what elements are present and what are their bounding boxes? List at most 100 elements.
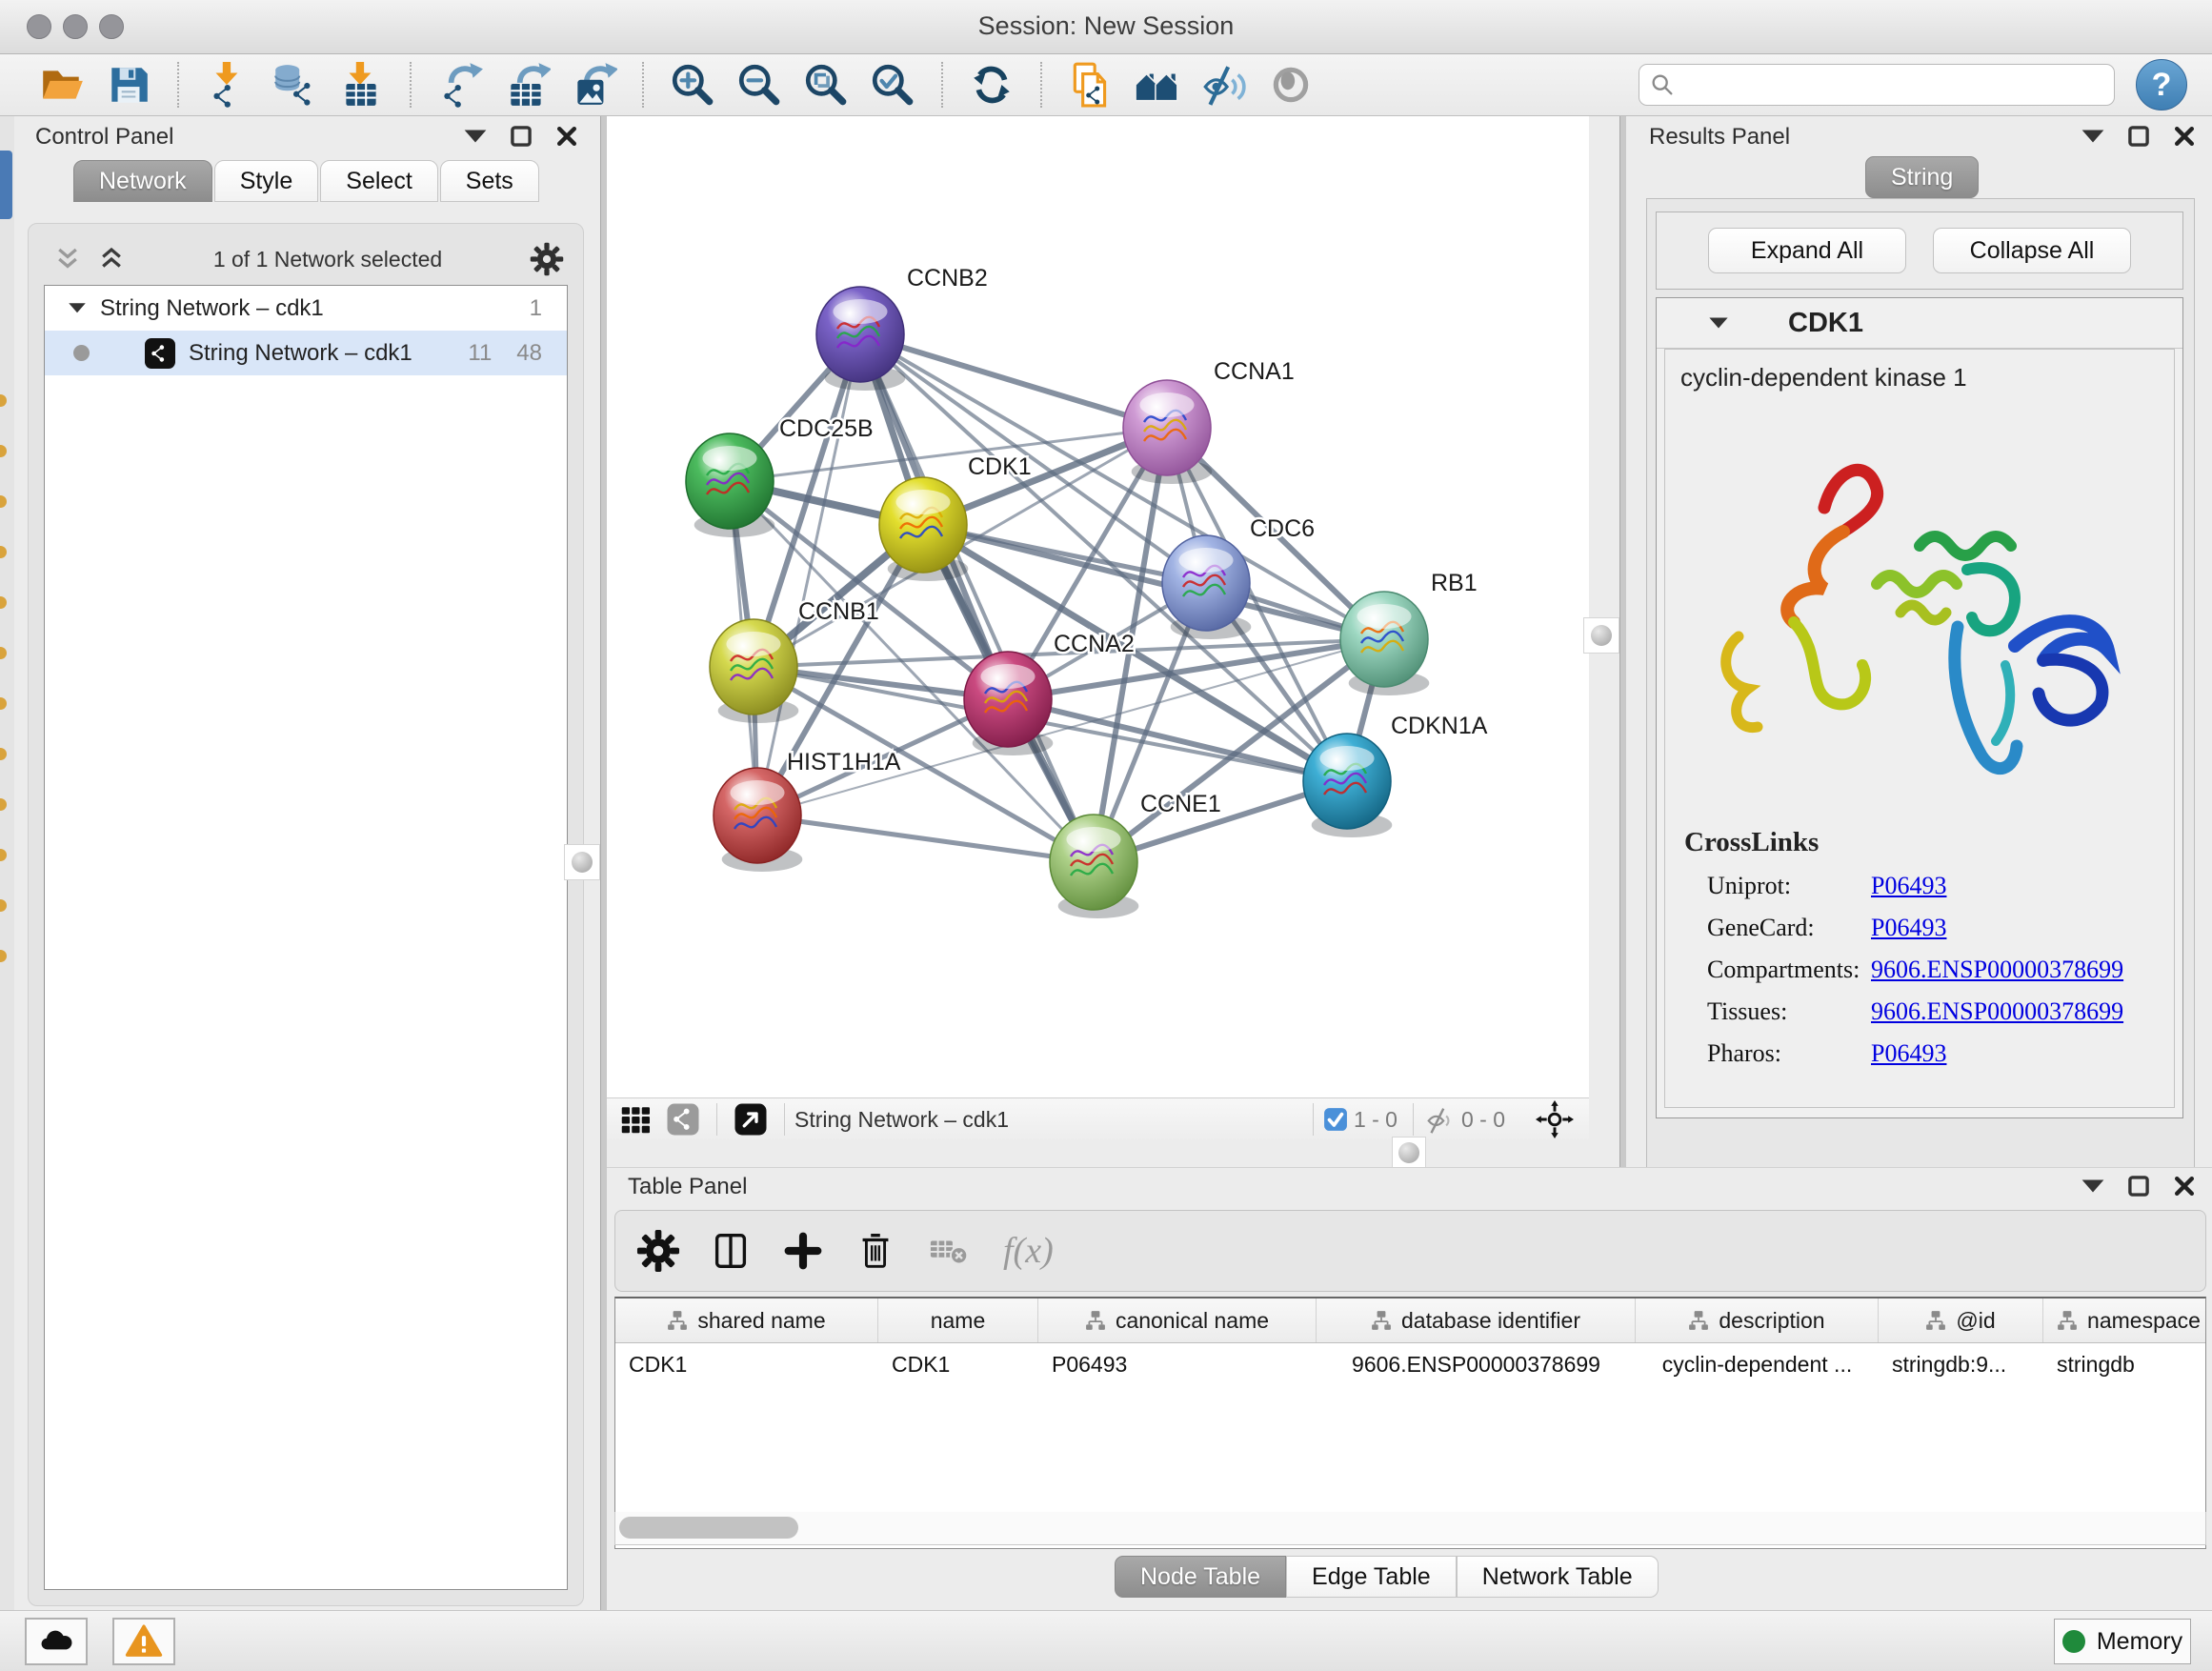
tab-node-table[interactable]: Node Table xyxy=(1115,1556,1286,1598)
node-CDK1[interactable] xyxy=(879,477,968,581)
show-columns-icon[interactable] xyxy=(709,1229,753,1273)
network-tree-row[interactable]: String Network – cdk11148 xyxy=(45,331,567,375)
table-cell[interactable]: stringdb xyxy=(2043,1343,2206,1385)
tab-style[interactable]: Style xyxy=(214,160,319,202)
panel-menu-icon[interactable] xyxy=(463,124,488,149)
column-header-canonical-name[interactable]: canonical name xyxy=(1038,1299,1317,1342)
right-splitter-handle[interactable] xyxy=(1583,617,1619,654)
crosslink-link[interactable]: 9606.ENSP00000378699 xyxy=(1871,956,2123,984)
import-network-icon[interactable] xyxy=(200,57,255,112)
tab-network[interactable]: Network xyxy=(73,160,212,202)
network-canvas[interactable]: CCNB2CCNA1CDC25BCDK1CDC6RB1CCNB1CCNA2CDK… xyxy=(607,116,1589,1097)
table-cell[interactable]: cyclin-dependent ... xyxy=(1636,1343,1879,1385)
expand-all-button[interactable]: Expand All xyxy=(1708,228,1906,273)
edge-CCNE1-HIST1H1A[interactable] xyxy=(757,815,1094,862)
table-cell[interactable]: stringdb:9... xyxy=(1879,1343,2043,1385)
delete-column-icon[interactable] xyxy=(854,1229,897,1273)
add-column-icon[interactable] xyxy=(781,1229,825,1273)
node-CCNB2[interactable] xyxy=(816,287,905,391)
detach-view-icon[interactable] xyxy=(734,1102,768,1137)
collapse-all-button[interactable]: Collapse All xyxy=(1933,228,2131,273)
zoom-in-icon[interactable] xyxy=(665,57,720,112)
table-settings-gear-icon[interactable] xyxy=(636,1229,680,1273)
fit-content-crosshair-icon[interactable] xyxy=(1536,1100,1574,1138)
expand-all-networks-icon[interactable] xyxy=(97,245,126,273)
cloud-status-button[interactable] xyxy=(25,1618,88,1665)
collapse-all-networks-icon[interactable] xyxy=(53,245,82,273)
import-database-icon[interactable] xyxy=(267,57,322,112)
tab-string[interactable]: String xyxy=(1865,156,1979,198)
column-header--id[interactable]: @id xyxy=(1879,1299,2043,1342)
export-table-icon[interactable] xyxy=(499,57,554,112)
hscroll-thumb[interactable] xyxy=(619,1517,798,1539)
left-splitter-handle[interactable] xyxy=(564,844,600,880)
node-CDKN1A[interactable] xyxy=(1303,734,1392,837)
search-box[interactable] xyxy=(1639,64,2115,106)
node-HIST1H1A[interactable] xyxy=(714,768,802,872)
float-panel-icon[interactable] xyxy=(2126,1174,2151,1198)
selected-checkbox-icon[interactable] xyxy=(1323,1107,1348,1132)
crosslink-link[interactable]: P06493 xyxy=(1871,872,1946,900)
home-icon[interactable] xyxy=(1130,57,1185,112)
clone-network-icon[interactable] xyxy=(1063,57,1118,112)
edge-CDK1-RB1[interactable] xyxy=(923,525,1384,639)
node-CCNE1[interactable] xyxy=(1050,815,1138,918)
memory-button[interactable]: Memory xyxy=(2054,1619,2191,1664)
column-header-shared-name[interactable]: shared name xyxy=(615,1299,878,1342)
network-graph[interactable]: CCNB2CCNA1CDC25BCDK1CDC6RB1CCNB1CCNA2CDK… xyxy=(607,116,1589,1097)
node-RB1[interactable] xyxy=(1340,592,1429,695)
float-panel-icon[interactable] xyxy=(2126,124,2151,149)
edge-CCNB2-HIST1H1A[interactable] xyxy=(757,334,860,815)
horizontal-splitter-handle[interactable] xyxy=(1392,1137,1426,1169)
export-network-icon[interactable] xyxy=(432,57,488,112)
table-row[interactable]: CDK1CDK1P064939606.ENSP00000378699cyclin… xyxy=(615,1343,2205,1385)
node-CCNA1[interactable] xyxy=(1123,380,1212,484)
close-panel-icon[interactable] xyxy=(554,124,579,149)
node-CCNA2[interactable] xyxy=(964,652,1053,755)
network-options-gear-icon[interactable] xyxy=(530,242,564,276)
tab-network-table[interactable]: Network Table xyxy=(1457,1556,1659,1598)
column-header-database-identifier[interactable]: database identifier xyxy=(1317,1299,1636,1342)
export-image-icon[interactable] xyxy=(566,57,621,112)
table-hscrollbar[interactable] xyxy=(614,1512,2206,1545)
edge-CCNB2-CCNE1[interactable] xyxy=(860,334,1094,862)
warnings-button[interactable] xyxy=(112,1618,175,1665)
node-CDC25B[interactable] xyxy=(686,433,774,537)
refresh-icon[interactable] xyxy=(964,57,1019,112)
node-CDC6[interactable] xyxy=(1162,535,1251,639)
column-header-name[interactable]: name xyxy=(878,1299,1038,1342)
tab-select[interactable]: Select xyxy=(320,160,437,202)
help-button[interactable]: ? xyxy=(2136,59,2187,111)
birdseye-grid-icon[interactable] xyxy=(618,1102,653,1137)
import-table-icon[interactable] xyxy=(333,57,389,112)
column-header-description[interactable]: description xyxy=(1636,1299,1879,1342)
column-header-namespace[interactable]: namespace xyxy=(2043,1299,2206,1342)
network-overview-share-icon[interactable] xyxy=(666,1102,700,1137)
zoom-out-icon[interactable] xyxy=(732,57,787,112)
zoom-fit-icon[interactable] xyxy=(798,57,854,112)
show-panel-icon[interactable] xyxy=(1263,57,1318,112)
table-cell[interactable]: 9606.ENSP00000378699 xyxy=(1317,1343,1636,1385)
table-cell[interactable]: CDK1 xyxy=(615,1343,878,1385)
hide-panel-icon[interactable] xyxy=(1196,57,1252,112)
search-input[interactable] xyxy=(1676,70,2104,99)
network-tree-row[interactable]: String Network – cdk11 xyxy=(45,286,567,331)
tab-sets[interactable]: Sets xyxy=(440,160,539,202)
crosslink-link[interactable]: P06493 xyxy=(1871,914,1946,942)
crosslink-link[interactable]: 9606.ENSP00000378699 xyxy=(1871,997,2123,1026)
collapse-entry-icon[interactable] xyxy=(1708,315,1729,331)
edge-CCNB2-CCNA1[interactable] xyxy=(860,334,1167,428)
node-CCNB1[interactable] xyxy=(710,619,798,723)
open-session-icon[interactable] xyxy=(34,57,90,112)
table-cell[interactable]: CDK1 xyxy=(878,1343,1038,1385)
tab-edge-table[interactable]: Edge Table xyxy=(1286,1556,1457,1598)
close-panel-icon[interactable] xyxy=(2172,1174,2197,1198)
table-cell[interactable]: P06493 xyxy=(1038,1343,1317,1385)
crosslink-link[interactable]: P06493 xyxy=(1871,1039,1946,1068)
panel-menu-icon[interactable] xyxy=(2081,124,2105,149)
close-panel-icon[interactable] xyxy=(2172,124,2197,149)
float-panel-icon[interactable] xyxy=(509,124,533,149)
hidden-eye-slash-icon[interactable] xyxy=(1423,1103,1456,1136)
save-session-icon[interactable] xyxy=(101,57,156,112)
panel-menu-icon[interactable] xyxy=(2081,1174,2105,1198)
